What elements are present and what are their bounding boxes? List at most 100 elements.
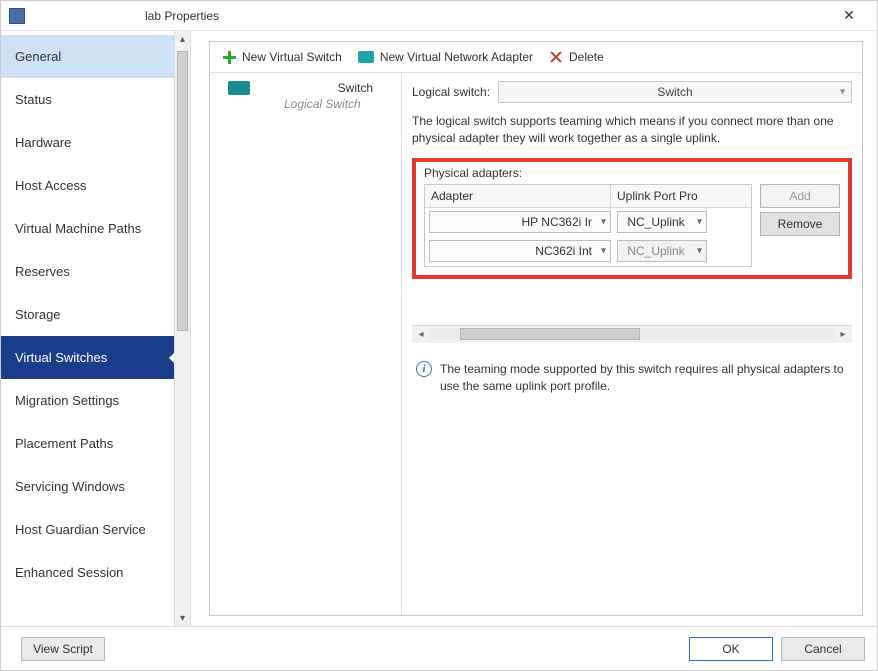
sidebar-item-reserves[interactable]: Reserves bbox=[1, 250, 174, 293]
grid-row[interactable]: NC362i Int ▾ NC_Uplink ▾ bbox=[425, 237, 751, 266]
switch-name-text: Switch bbox=[338, 81, 373, 95]
ok-button[interactable]: OK bbox=[689, 637, 773, 661]
plus-icon bbox=[222, 50, 236, 64]
physical-adapters-grid-wrap: Adapter Uplink Port Pro HP NC362i Ir ▾ bbox=[424, 184, 840, 267]
sidebar-item-host-access[interactable]: Host Access bbox=[1, 164, 174, 207]
logical-switch-value: Switch bbox=[657, 85, 692, 99]
physical-adapters-section: Physical adapters: Adapter Uplink Port P… bbox=[412, 158, 852, 279]
sidebar-item-label: General bbox=[15, 49, 61, 64]
remove-button[interactable]: Remove bbox=[760, 212, 840, 236]
sidebar-item-label: Hardware bbox=[15, 135, 71, 150]
sidebar-item-vm-paths[interactable]: Virtual Machine Paths bbox=[1, 207, 174, 250]
logical-switch-description: The logical switch supports teaming whic… bbox=[412, 113, 852, 148]
add-button[interactable]: Add bbox=[760, 184, 840, 208]
switch-name: Switch bbox=[228, 81, 391, 95]
scroll-down-icon[interactable]: ▾ bbox=[175, 610, 190, 626]
adapter-combo[interactable]: HP NC362i Ir ▾ bbox=[429, 211, 611, 233]
physical-adapters-grid: Adapter Uplink Port Pro HP NC362i Ir ▾ bbox=[424, 184, 752, 267]
scroll-left-icon[interactable]: ◂ bbox=[414, 329, 428, 340]
info-row: i The teaming mode supported by this swi… bbox=[412, 361, 852, 395]
sidebar-item-label: Storage bbox=[15, 307, 61, 322]
logical-switch-combo[interactable]: Switch ▾ bbox=[498, 81, 852, 103]
chevron-down-icon: ▾ bbox=[601, 245, 606, 256]
scroll-track[interactable] bbox=[430, 328, 834, 340]
adapter-combo[interactable]: NC362i Int ▾ bbox=[429, 240, 611, 262]
sidebar-item-servicing-windows[interactable]: Servicing Windows bbox=[1, 465, 174, 508]
chevron-down-icon: ▾ bbox=[697, 245, 702, 256]
app-icon bbox=[9, 8, 25, 24]
adapter-value: NC362i Int bbox=[535, 244, 592, 258]
window-title: lab Properties bbox=[145, 9, 219, 23]
scroll-up-icon[interactable]: ▴ bbox=[175, 31, 190, 47]
sidebar-item-label: Reserves bbox=[15, 264, 70, 279]
uplink-profile-value: NC_Uplink bbox=[627, 244, 684, 258]
content-panel: New Virtual Switch New Virtual Network A… bbox=[209, 41, 863, 616]
titlebar: lab Properties ✕ bbox=[1, 1, 877, 31]
grid-header: Adapter Uplink Port Pro bbox=[425, 185, 751, 208]
adapter-value: HP NC362i Ir bbox=[522, 215, 592, 229]
sidebar-item-label: Servicing Windows bbox=[15, 479, 125, 494]
grid-row[interactable]: HP NC362i Ir ▾ NC_Uplink ▾ bbox=[425, 208, 751, 237]
grid-side-buttons: Add Remove bbox=[760, 184, 840, 267]
sidebar-item-enhanced-session[interactable]: Enhanced Session bbox=[1, 551, 174, 594]
cancel-button[interactable]: Cancel bbox=[781, 637, 865, 661]
scroll-right-icon[interactable]: ▸ bbox=[836, 329, 850, 340]
uplink-profile-combo: NC_Uplink ▾ bbox=[617, 240, 707, 262]
sidebar-item-storage[interactable]: Storage bbox=[1, 293, 174, 336]
close-button[interactable]: ✕ bbox=[829, 2, 869, 30]
sidebar-item-label: Host Guardian Service bbox=[15, 522, 146, 537]
delete-icon bbox=[549, 50, 563, 64]
toolbar: New Virtual Switch New Virtual Network A… bbox=[210, 42, 862, 73]
horizontal-scrollbar[interactable]: ◂ ▸ bbox=[412, 325, 852, 343]
panel-columns: Switch Logical Switch Logical switch: Sw… bbox=[210, 73, 862, 615]
view-script-button[interactable]: View Script bbox=[21, 637, 105, 661]
sidebar-item-label: Enhanced Session bbox=[15, 565, 123, 580]
toolbar-label: Delete bbox=[569, 50, 604, 64]
new-virtual-adapter-button[interactable]: New Virtual Network Adapter bbox=[354, 48, 537, 66]
sidebar-item-label: Virtual Machine Paths bbox=[15, 221, 141, 236]
uplink-profile-combo[interactable]: NC_Uplink ▾ bbox=[617, 211, 707, 233]
sidebar-item-status[interactable]: Status bbox=[1, 78, 174, 121]
logical-switch-label: Logical switch: bbox=[412, 85, 490, 99]
switch-subtitle: Logical Switch bbox=[228, 97, 391, 111]
sidebar-item-hardware[interactable]: Hardware bbox=[1, 121, 174, 164]
logical-switch-row: Logical switch: Switch ▾ bbox=[412, 81, 852, 103]
sidebar-item-label: Virtual Switches bbox=[15, 350, 107, 365]
toolbar-label: New Virtual Switch bbox=[242, 50, 342, 64]
chevron-down-icon: ▾ bbox=[601, 216, 606, 227]
col-adapter: Adapter bbox=[425, 185, 611, 207]
sidebar-item-label: Placement Paths bbox=[15, 436, 113, 451]
chevron-down-icon: ▾ bbox=[840, 87, 845, 98]
sidebar-item-placement-paths[interactable]: Placement Paths bbox=[1, 422, 174, 465]
scroll-thumb[interactable] bbox=[177, 51, 188, 331]
switch-icon bbox=[228, 81, 250, 95]
toolbar-label: New Virtual Network Adapter bbox=[380, 50, 533, 64]
new-virtual-switch-button[interactable]: New Virtual Switch bbox=[218, 48, 346, 66]
sidebar-item-general[interactable]: General bbox=[1, 35, 174, 78]
footer: View Script OK Cancel bbox=[1, 626, 877, 670]
scroll-thumb[interactable] bbox=[460, 328, 640, 340]
sidebar-item-migration[interactable]: Migration Settings bbox=[1, 379, 174, 422]
info-text: The teaming mode supported by this switc… bbox=[440, 361, 852, 395]
sidebar-item-label: Status bbox=[15, 92, 52, 107]
uplink-profile-value: NC_Uplink bbox=[627, 215, 684, 229]
sidebar-item-label: Host Access bbox=[15, 178, 87, 193]
switch-entry[interactable]: Switch Logical Switch bbox=[210, 77, 401, 115]
detail-pane: Logical switch: Switch ▾ The logical swi… bbox=[402, 73, 862, 615]
network-adapter-icon bbox=[358, 51, 374, 63]
body: General Status Hardware Host Access Virt… bbox=[1, 31, 877, 626]
info-icon: i bbox=[416, 361, 432, 377]
properties-window: lab Properties ✕ General Status Hardware… bbox=[0, 0, 878, 671]
content: New Virtual Switch New Virtual Network A… bbox=[191, 31, 877, 626]
sidebar-item-host-guardian[interactable]: Host Guardian Service bbox=[1, 508, 174, 551]
col-uplink: Uplink Port Pro bbox=[611, 185, 751, 207]
sidebar-scrollbar[interactable]: ▴ ▾ bbox=[174, 31, 190, 626]
chevron-down-icon: ▾ bbox=[697, 216, 702, 227]
delete-button[interactable]: Delete bbox=[545, 48, 608, 66]
sidebar-container: General Status Hardware Host Access Virt… bbox=[1, 31, 191, 626]
switch-list: Switch Logical Switch bbox=[210, 73, 402, 615]
sidebar: General Status Hardware Host Access Virt… bbox=[1, 31, 174, 626]
sidebar-item-virtual-switches[interactable]: Virtual Switches bbox=[1, 336, 174, 379]
sidebar-item-label: Migration Settings bbox=[15, 393, 119, 408]
physical-adapters-label: Physical adapters: bbox=[424, 166, 840, 180]
